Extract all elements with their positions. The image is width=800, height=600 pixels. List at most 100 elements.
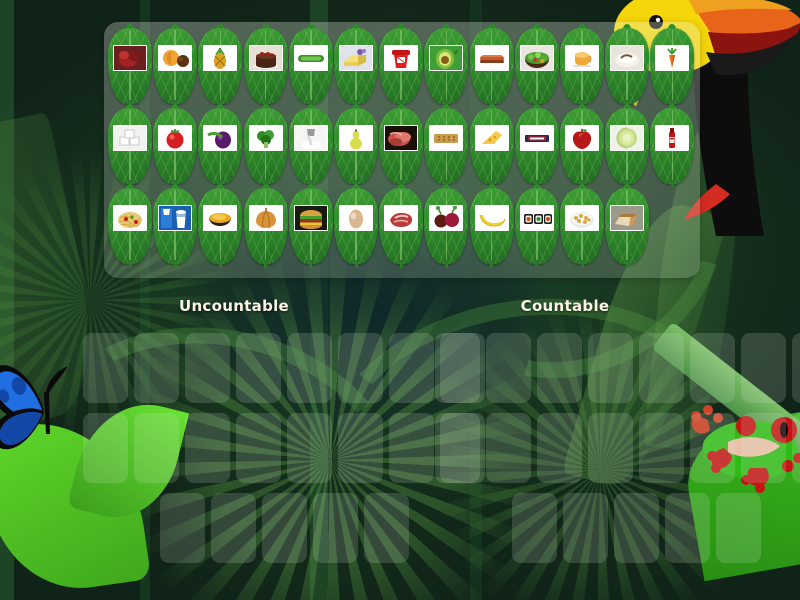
drop-slot-countable[interactable] — [537, 413, 582, 483]
drop-slot-countable[interactable] — [690, 413, 735, 483]
word-card-rice[interactable] — [605, 24, 650, 108]
drop-slot-countable[interactable] — [715, 493, 761, 563]
word-card-broccoli[interactable] — [243, 104, 288, 188]
word-card-pineapple[interactable] — [198, 24, 243, 108]
word-card-cabbage[interactable] — [605, 104, 650, 188]
word-card-egg[interactable] — [334, 184, 378, 268]
leaf-stalk — [173, 261, 177, 268]
jam-jar-icon — [113, 45, 147, 71]
drop-slot-countable[interactable] — [588, 333, 633, 403]
drop-slot-countable[interactable] — [792, 413, 800, 483]
word-card-bread[interactable] — [605, 184, 650, 268]
drop-slot-countable[interactable] — [435, 333, 480, 403]
drop-slot-countable[interactable] — [741, 413, 786, 483]
tea-cup-icon — [565, 45, 599, 71]
word-card-hamburger[interactable] — [288, 184, 333, 268]
activity-stage: Uncountable Countable — [0, 0, 800, 600]
word-card-tomato[interactable] — [153, 104, 198, 188]
word-card-banana[interactable] — [469, 184, 514, 268]
word-card-cheese[interactable] — [469, 104, 514, 188]
milk-glass-icon — [158, 205, 193, 231]
word-card-salt[interactable] — [288, 104, 333, 188]
drop-slot-countable[interactable] — [613, 493, 659, 563]
word-card-cake[interactable] — [243, 24, 288, 108]
drop-slot-uncountable[interactable] — [134, 413, 179, 483]
drop-slot-countable[interactable] — [537, 333, 582, 403]
drop-slot-uncountable[interactable] — [363, 493, 409, 563]
word-card-row — [104, 24, 700, 108]
word-card-sugar[interactable] — [108, 104, 152, 188]
word-card-yoghurt[interactable] — [379, 24, 424, 108]
word-card-carrot[interactable] — [650, 24, 695, 108]
butter-icon — [339, 45, 373, 71]
drop-slot-countable[interactable] — [792, 333, 800, 403]
word-card-ketchup[interactable] — [650, 104, 695, 188]
drop-slot-uncountable[interactable] — [389, 333, 434, 403]
word-card-candy[interactable] — [514, 104, 559, 188]
drop-slot-countable[interactable] — [435, 413, 480, 483]
drop-slot-countable[interactable] — [664, 493, 710, 563]
drop-slot-uncountable[interactable] — [185, 413, 230, 483]
drop-slot-countable[interactable] — [486, 413, 531, 483]
meat-icon — [384, 205, 419, 231]
word-card-biscuit[interactable] — [424, 104, 469, 188]
word-card-meat[interactable] — [379, 184, 424, 268]
word-card-cereal[interactable] — [560, 184, 604, 268]
beetroot-icon — [429, 205, 464, 231]
drop-slot-uncountable[interactable] — [210, 493, 256, 563]
word-card-tea[interactable] — [560, 24, 604, 108]
word-card-milk[interactable] — [153, 184, 198, 268]
salt-icon — [293, 125, 328, 151]
drop-slot-uncountable[interactable] — [287, 333, 332, 403]
word-card-ham[interactable] — [379, 104, 424, 188]
drop-slot-uncountable[interactable] — [338, 413, 383, 483]
drop-slot-uncountable[interactable] — [261, 493, 307, 563]
word-card-plum[interactable] — [198, 104, 243, 188]
drop-slot-uncountable[interactable] — [338, 333, 383, 403]
drop-slot-uncountable[interactable] — [236, 333, 281, 403]
drop-slot-uncountable[interactable] — [287, 413, 332, 483]
word-card-apricot[interactable] — [153, 24, 198, 108]
word-card-butter[interactable] — [334, 24, 378, 108]
word-card-apple[interactable] — [560, 104, 604, 188]
word-card-cucumber[interactable] — [288, 24, 333, 108]
leaf-stalk — [264, 261, 268, 268]
drop-slot-countable[interactable] — [562, 493, 608, 563]
word-card-sausage[interactable] — [469, 24, 514, 108]
word-card-jam[interactable] — [108, 24, 152, 108]
drop-slot-countable[interactable] — [588, 413, 633, 483]
leaf-stalk — [625, 261, 629, 268]
word-card-avocado[interactable] — [424, 24, 469, 108]
candy-bar-icon — [519, 125, 554, 151]
word-card-sushi[interactable] — [514, 184, 559, 268]
word-card-salad[interactable] — [514, 24, 559, 108]
drop-slot-uncountable[interactable] — [236, 413, 281, 483]
drop-slot-uncountable[interactable] — [312, 493, 358, 563]
drop-slot-countable[interactable] — [511, 493, 557, 563]
drop-slot-uncountable[interactable] — [83, 413, 128, 483]
word-card-soup[interactable] — [198, 184, 243, 268]
word-card-pear[interactable] — [334, 104, 378, 188]
pear-icon — [339, 125, 373, 151]
drop-slot-countable[interactable] — [639, 413, 684, 483]
pineapple-icon — [203, 45, 238, 71]
drop-slot-uncountable[interactable] — [159, 493, 205, 563]
drop-slot-countable[interactable] — [639, 333, 684, 403]
banana-icon — [474, 205, 509, 231]
drop-slot-countable[interactable] — [741, 333, 786, 403]
drop-slot-uncountable[interactable] — [185, 333, 230, 403]
cucumber-icon — [293, 45, 328, 71]
hamburger-icon — [293, 205, 328, 231]
drop-slot-countable[interactable] — [690, 333, 735, 403]
leaf-stalk — [354, 261, 358, 268]
sausage-icon — [474, 45, 509, 71]
word-card-pasta[interactable] — [108, 184, 152, 268]
word-card-onion[interactable] — [243, 184, 288, 268]
drop-slot-uncountable[interactable] — [389, 413, 434, 483]
cheese-icon — [474, 125, 509, 151]
drop-slot-uncountable[interactable] — [134, 333, 179, 403]
ham-icon — [384, 125, 419, 151]
drop-slot-countable[interactable] — [486, 333, 531, 403]
word-card-beetroot[interactable] — [424, 184, 469, 268]
drop-slot-uncountable[interactable] — [83, 333, 128, 403]
